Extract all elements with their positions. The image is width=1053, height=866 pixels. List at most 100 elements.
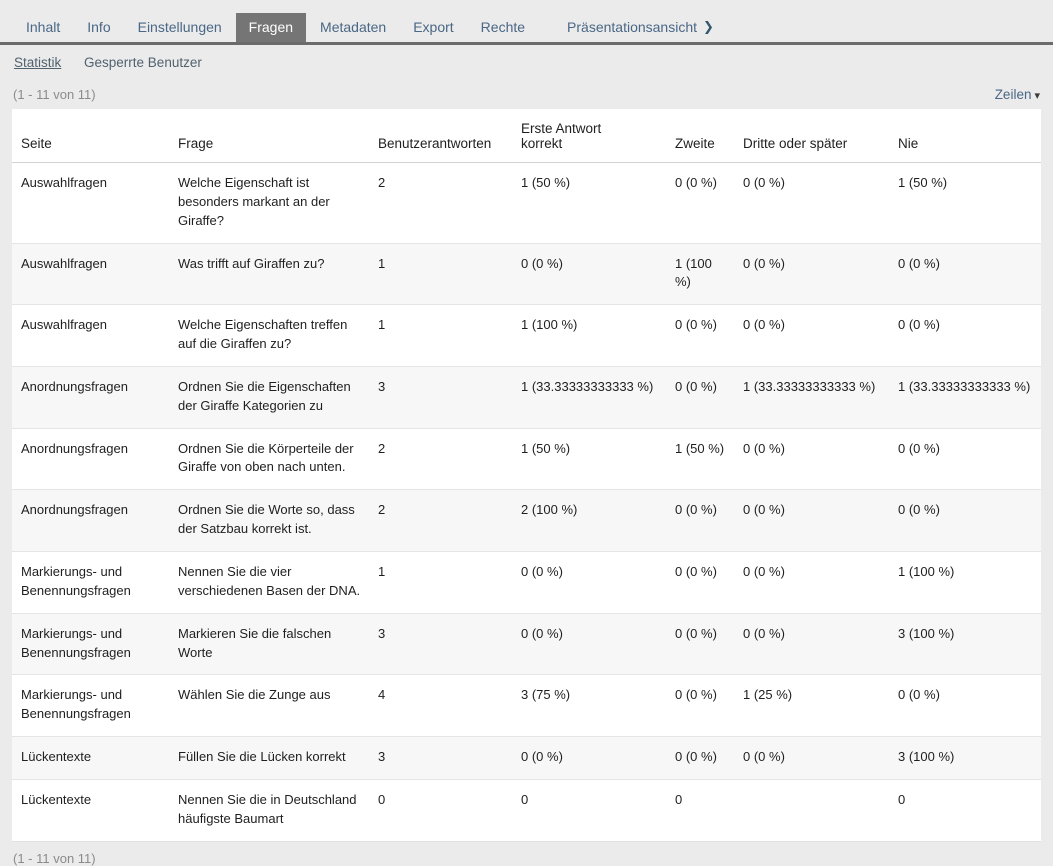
cell-frage: Welche Eigenschaften treffen auf die Gir…: [170, 305, 370, 367]
main-tab-bar: Inhalt Info Einstellungen Fragen Metadat…: [0, 0, 1053, 45]
cell-benutzerantworten: 3: [370, 366, 513, 428]
cell-dritte-oder-spaeter: 0 (0 %): [735, 163, 890, 244]
cell-zweite: 1 (50 %): [667, 428, 735, 490]
statistics-table: Seite Frage Benutzerantworten Erste Antw…: [12, 109, 1041, 842]
cell-nie: 1 (33.33333333333 %): [890, 366, 1041, 428]
table-bottom-controls: (1 - 11 von 11): [13, 851, 1040, 866]
column-header-frage: Frage: [170, 109, 370, 163]
table-row: AnordnungsfragenOrdnen Sie die Worte so,…: [12, 490, 1041, 552]
column-header-erste-antwort-korrekt: Erste Antwort korrekt: [513, 109, 667, 163]
table-row: LückentexteNennen Sie die in Deutschland…: [12, 779, 1041, 840]
table-row: AnordnungsfragenOrdnen Sie die Körpertei…: [12, 428, 1041, 490]
tab-inhalt[interactable]: Inhalt: [13, 13, 73, 42]
cell-nie: 3 (100 %): [890, 613, 1041, 675]
cell-nie: 0 (0 %): [890, 675, 1041, 737]
sub-tab-bar: Statistik Gesperrte Benutzer: [0, 45, 1053, 70]
cell-benutzerantworten: 2: [370, 490, 513, 552]
cell-benutzerantworten: 3: [370, 613, 513, 675]
cell-dritte-oder-spaeter: 0 (0 %): [735, 551, 890, 613]
cell-nie: 3 (100 %): [890, 737, 1041, 780]
cell-seite: Lückentexte: [12, 779, 170, 840]
column-header-erste-label: Erste Antwort korrekt: [521, 121, 621, 151]
table-header: Seite Frage Benutzerantworten Erste Antw…: [12, 109, 1041, 163]
cell-zweite: 0 (0 %): [667, 613, 735, 675]
cell-dritte-oder-spaeter: 1 (25 %): [735, 675, 890, 737]
cell-dritte-oder-spaeter: 0 (0 %): [735, 243, 890, 305]
presentation-view-link[interactable]: Präsentationsansicht ❯: [554, 13, 727, 42]
cell-nie: 1 (100 %): [890, 551, 1041, 613]
pagination-info-bottom: (1 - 11 von 11): [13, 851, 96, 866]
cell-seite: Markierungs- und Benennungsfragen: [12, 551, 170, 613]
cell-frage: Markieren Sie die falschen Worte: [170, 613, 370, 675]
tab-rechte[interactable]: Rechte: [468, 13, 538, 42]
cell-seite: Markierungs- und Benennungsfragen: [12, 613, 170, 675]
cell-frage: Was trifft auf Giraffen zu?: [170, 243, 370, 305]
subtab-statistik[interactable]: Statistik: [14, 55, 61, 70]
cell-dritte-oder-spaeter: [735, 779, 890, 840]
cell-zweite: 0 (0 %): [667, 551, 735, 613]
cell-erste-antwort-korrekt: 0 (0 %): [513, 243, 667, 305]
cell-zweite: 0 (0 %): [667, 675, 735, 737]
cell-dritte-oder-spaeter: 0 (0 %): [735, 737, 890, 780]
cell-frage: Ordnen Sie die Körperteile der Giraffe v…: [170, 428, 370, 490]
cell-nie: 0 (0 %): [890, 428, 1041, 490]
cell-frage: Nennen Sie die in Deutschland häufigste …: [170, 779, 370, 840]
cell-erste-antwort-korrekt: 2 (100 %): [513, 490, 667, 552]
tab-export[interactable]: Export: [400, 13, 466, 42]
cell-dritte-oder-spaeter: 1 (33.33333333333 %): [735, 366, 890, 428]
cell-nie: 0 (0 %): [890, 490, 1041, 552]
presentation-view-label: Präsentationsansicht: [567, 19, 697, 35]
cell-zweite: 0 (0 %): [667, 737, 735, 780]
table-row: AuswahlfragenWas trifft auf Giraffen zu?…: [12, 243, 1041, 305]
cell-zweite: 0 (0 %): [667, 366, 735, 428]
tab-metadaten[interactable]: Metadaten: [307, 13, 399, 42]
cell-zweite: 0 (0 %): [667, 305, 735, 367]
cell-erste-antwort-korrekt: 3 (75 %): [513, 675, 667, 737]
cell-seite: Anordnungsfragen: [12, 490, 170, 552]
cell-frage: Ordnen Sie die Worte so, dass der Satzba…: [170, 490, 370, 552]
tab-info[interactable]: Info: [74, 13, 123, 42]
pagination-info-top: (1 - 11 von 11): [13, 87, 96, 102]
cell-nie: 0: [890, 779, 1041, 840]
cell-benutzerantworten: 2: [370, 163, 513, 244]
column-header-nie: Nie: [890, 109, 1041, 163]
table-row: AnordnungsfragenOrdnen Sie die Eigenscha…: [12, 366, 1041, 428]
cell-benutzerantworten: 3: [370, 737, 513, 780]
cell-erste-antwort-korrekt: 0: [513, 779, 667, 840]
column-header-seite: Seite: [12, 109, 170, 163]
table-row: Markierungs- und BenennungsfragenMarkier…: [12, 613, 1041, 675]
cell-dritte-oder-spaeter: 0 (0 %): [735, 613, 890, 675]
cell-frage: Nennen Sie die vier verschiedenen Basen …: [170, 551, 370, 613]
chevron-down-icon: ▾: [1034, 90, 1040, 102]
cell-frage: Ordnen Sie die Eigenschaften der Giraffe…: [170, 366, 370, 428]
subtab-gesperrte-benutzer[interactable]: Gesperrte Benutzer: [84, 55, 202, 70]
chevron-right-icon: ❯: [703, 19, 714, 35]
cell-frage: Füllen Sie die Lücken korrekt: [170, 737, 370, 780]
cell-frage: Welche Eigenschaft ist besonders markant…: [170, 163, 370, 244]
tab-einstellungen[interactable]: Einstellungen: [125, 13, 235, 42]
cell-dritte-oder-spaeter: 0 (0 %): [735, 305, 890, 367]
cell-nie: 0 (0 %): [890, 243, 1041, 305]
cell-benutzerantworten: 2: [370, 428, 513, 490]
cell-erste-antwort-korrekt: 1 (50 %): [513, 428, 667, 490]
tab-fragen[interactable]: Fragen: [236, 13, 306, 42]
cell-seite: Lückentexte: [12, 737, 170, 780]
cell-erste-antwort-korrekt: 1 (50 %): [513, 163, 667, 244]
cell-zweite: 0 (0 %): [667, 163, 735, 244]
cell-seite: Markierungs- und Benennungsfragen: [12, 675, 170, 737]
cell-nie: 0 (0 %): [890, 305, 1041, 367]
cell-zweite: 0 (0 %): [667, 490, 735, 552]
rows-dropdown[interactable]: Zeilen▾: [995, 87, 1040, 102]
table-row: AuswahlfragenWelche Eigenschaft ist beso…: [12, 163, 1041, 244]
cell-zweite: 1 (100 %): [667, 243, 735, 305]
cell-erste-antwort-korrekt: 0 (0 %): [513, 551, 667, 613]
table-top-controls: (1 - 11 von 11) Zeilen▾: [13, 87, 1040, 102]
column-header-benutzerantworten: Benutzerantworten: [370, 109, 513, 163]
cell-dritte-oder-spaeter: 0 (0 %): [735, 490, 890, 552]
cell-erste-antwort-korrekt: 0 (0 %): [513, 613, 667, 675]
cell-benutzerantworten: 4: [370, 675, 513, 737]
column-header-zweite: Zweite: [667, 109, 735, 163]
table-row: Markierungs- und BenennungsfragenNennen …: [12, 551, 1041, 613]
cell-seite: Auswahlfragen: [12, 163, 170, 244]
cell-benutzerantworten: 1: [370, 243, 513, 305]
